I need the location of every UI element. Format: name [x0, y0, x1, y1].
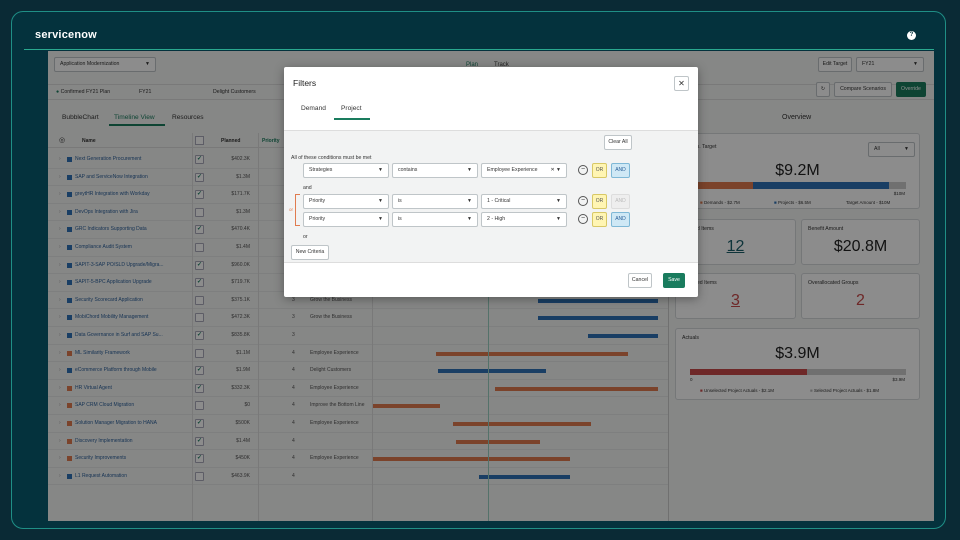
tab-project[interactable]: Project: [341, 105, 362, 112]
save-button[interactable]: Save: [663, 273, 685, 288]
new-criteria-button[interactable]: New Criteria: [291, 245, 329, 260]
condition-operator-select[interactable]: contains ▼: [392, 163, 478, 178]
remove-condition-icon[interactable]: −: [578, 214, 588, 224]
remove-condition-icon[interactable]: −: [578, 196, 588, 206]
and-button: AND: [611, 194, 630, 209]
filters-modal: Filters ✕ Demand Project Clear All All o…: [284, 67, 698, 297]
modal-title: Filters: [293, 78, 317, 88]
condition-value-select[interactable]: 2 - High ▼: [481, 212, 567, 227]
tab-demand[interactable]: Demand: [301, 105, 326, 112]
remove-condition-icon[interactable]: −: [578, 165, 588, 175]
close-button[interactable]: ✕: [674, 76, 689, 91]
clear-all-button[interactable]: Clear All: [604, 135, 632, 150]
and-button[interactable]: AND: [611, 212, 630, 227]
condition-operator-select[interactable]: is ▼: [392, 212, 478, 227]
and-label: and: [303, 185, 312, 191]
or-group-label: or: [289, 207, 294, 212]
and-button[interactable]: AND: [611, 163, 630, 178]
or-label: or: [303, 234, 308, 240]
close-icon: ✕: [678, 79, 685, 88]
condition-field-select[interactable]: Strategies ▼: [303, 163, 389, 178]
or-button[interactable]: OR: [592, 194, 607, 209]
top-navigation-bar: servicenow ?: [24, 22, 934, 50]
or-group-bracket: [295, 194, 300, 226]
filter-conditions-panel: Clear All All of these conditions must b…: [284, 130, 698, 263]
active-modal-tab-indicator: [334, 118, 370, 120]
condition-value-select[interactable]: 1 - Critical ▼: [481, 194, 567, 209]
condition-value-select[interactable]: Employee Experience ✕ ▼: [481, 163, 567, 178]
or-button[interactable]: OR: [592, 212, 607, 227]
condition-operator-select[interactable]: is ▼: [392, 194, 478, 209]
all-conditions-text: All of these conditions must be met: [291, 155, 372, 161]
servicenow-logo: servicenow: [35, 29, 97, 41]
help-icon[interactable]: ?: [907, 31, 916, 40]
condition-field-select[interactable]: Priority ▼: [303, 194, 389, 209]
or-button[interactable]: OR: [592, 163, 607, 178]
cancel-button[interactable]: Cancel: [628, 273, 652, 288]
condition-field-select[interactable]: Priority ▼: [303, 212, 389, 227]
